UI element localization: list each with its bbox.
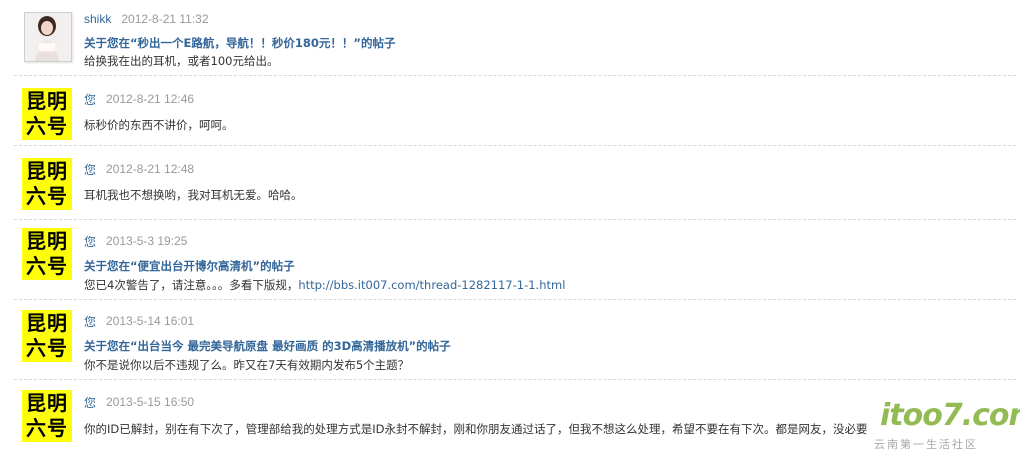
message-body: 您已4次警告了，请注意。。。多看下版规，http://bbs.it007.com… — [84, 277, 565, 293]
divider — [14, 299, 1016, 300]
author-name[interactable]: shikk — [84, 12, 111, 26]
message-item: 昆明 六号 您 2013-5-14 16:01 关于您在“出台当今 最完美导航原… — [0, 304, 1020, 380]
message-body: 给换我在出的耳机，或者100元给出。 — [84, 54, 279, 68]
thread-link[interactable]: http://bbs.it007.com/thread-1282117-1-1.… — [298, 278, 565, 292]
author-name: 您 — [84, 92, 97, 107]
timestamp: 2012-8-21 12:48 — [106, 162, 195, 176]
avatar-photo — [24, 12, 72, 62]
divider — [14, 145, 1016, 146]
avatar[interactable]: 昆明 六号 — [22, 158, 72, 210]
message-history: shikk 2012-8-21 11:32 关于您在“秒出一个E路航，导航！！秒… — [0, 0, 1020, 456]
message-meta: 您 2013-5-3 19:25 — [84, 232, 187, 250]
avatar[interactable]: 昆明 六号 — [22, 310, 72, 362]
avatar-text-line: 昆明 — [26, 391, 68, 415]
avatar-text-line: 六号 — [26, 336, 68, 360]
watermark-slogan: 云南第一生活社区 — [874, 438, 978, 451]
message-body: 你不是说你以后不违规了么。昨又在7天有效期内发布5个主题？ — [84, 358, 410, 372]
message-body: 耳机我也不想换哟，我对耳机无爱。哈哈。 — [84, 188, 303, 202]
message-meta: 您 2012-8-21 12:46 — [84, 90, 194, 108]
avatar-text-line: 六号 — [26, 184, 68, 208]
message-body-text: 您已4次警告了，请注意。。。多看下版规， — [84, 278, 299, 292]
message-item: 昆明 六号 您 2012-8-21 12:46 标秒价的东西不讲价，呵呵。 — [0, 80, 1020, 146]
avatar-text-line: 昆明 — [26, 89, 68, 113]
avatar-text-line: 昆明 — [26, 229, 68, 253]
avatar-text-line: 昆明 — [26, 311, 68, 335]
author-name: 您 — [84, 395, 97, 410]
avatar[interactable]: 昆明 六号 — [22, 228, 72, 280]
message-body: 标秒价的东西不讲价，呵呵。 — [84, 118, 234, 132]
site-watermark: itoo7.com 云南第一生活社区 — [868, 398, 1020, 454]
divider — [14, 219, 1016, 220]
timestamp: 2013-5-15 16:50 — [106, 395, 195, 409]
message-meta: shikk 2012-8-21 11:32 — [84, 10, 209, 28]
message-body: 你的ID已解封，别在有下次了，管理部给我的处理方式是ID永封不解封，刚和你朋友通… — [84, 422, 868, 436]
message-meta: 您 2013-5-15 16:50 — [84, 393, 194, 411]
divider — [14, 75, 1016, 76]
message-subject[interactable]: 关于您在“出台当今 最完美导航原盘 最好画质 的3D高清播放机”的帖子 — [84, 338, 451, 354]
timestamp: 2012-8-21 11:32 — [121, 12, 209, 26]
message-item: 昆明 六号 您 2012-8-21 12:48 耳机我也不想换哟，我对耳机无爱。… — [0, 150, 1020, 220]
timestamp: 2012-8-21 12:46 — [106, 92, 195, 106]
message-meta: 您 2013-5-14 16:01 — [84, 312, 194, 330]
message-subject[interactable]: 关于您在“秒出一个E路航，导航！！秒价180元！！”的帖子 — [84, 35, 395, 51]
avatar[interactable]: 昆明 六号 — [22, 88, 72, 140]
message-item: 昆明 六号 您 2013-5-15 16:50 你的ID已解封，别在有下次了，管… — [0, 384, 1020, 456]
divider — [14, 379, 1016, 380]
message-item: shikk 2012-8-21 11:32 关于您在“秒出一个E路航，导航！！秒… — [0, 4, 1020, 76]
author-name: 您 — [84, 314, 97, 329]
timestamp: 2013-5-3 19:25 — [106, 234, 188, 248]
avatar-text-line: 六号 — [26, 114, 68, 138]
avatar[interactable]: 昆明 六号 — [22, 390, 72, 442]
message-meta: 您 2012-8-21 12:48 — [84, 160, 194, 178]
author-name: 您 — [84, 234, 97, 249]
message-subject[interactable]: 关于您在“便宜出台开博尔高清机”的帖子 — [84, 258, 295, 274]
avatar-text-line: 六号 — [26, 416, 68, 440]
timestamp: 2013-5-14 16:01 — [106, 314, 195, 328]
user-photo-icon — [25, 13, 71, 61]
avatar-text-line: 昆明 — [26, 159, 68, 183]
author-name: 您 — [84, 162, 97, 177]
message-item: 昆明 六号 您 2013-5-3 19:25 关于您在“便宜出台开博尔高清机”的… — [0, 224, 1020, 300]
avatar[interactable] — [20, 8, 74, 62]
avatar-text-line: 六号 — [26, 254, 68, 278]
watermark-logo: itoo7.com — [880, 398, 1020, 433]
